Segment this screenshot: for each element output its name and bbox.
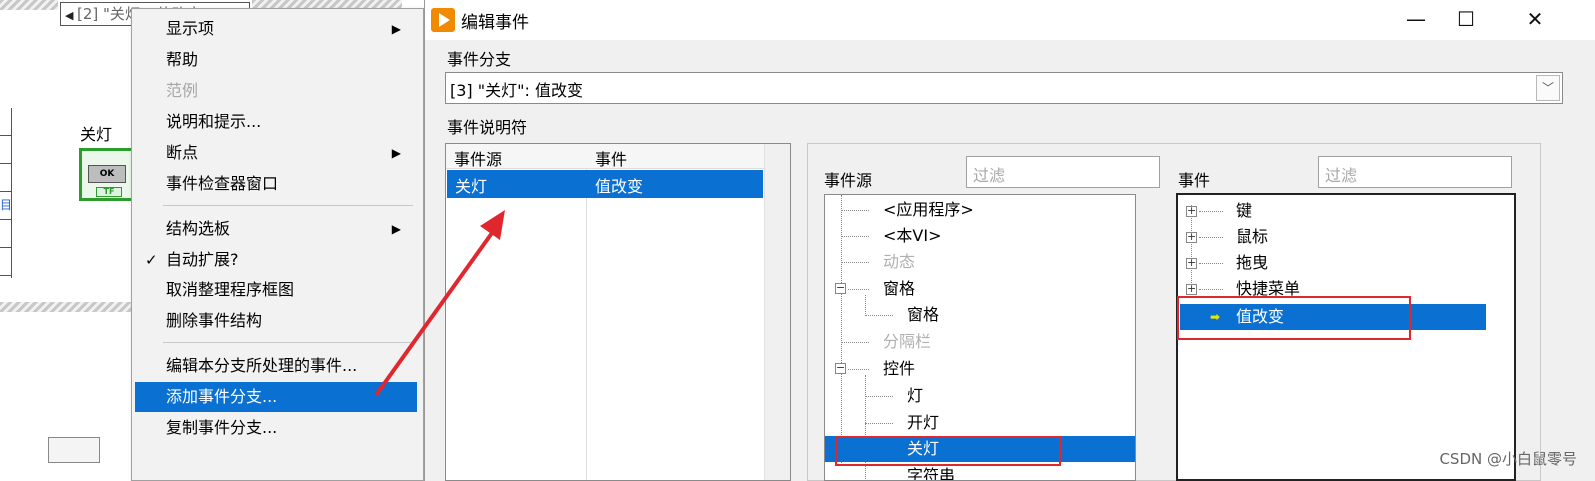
annotation-arrow <box>374 210 505 397</box>
